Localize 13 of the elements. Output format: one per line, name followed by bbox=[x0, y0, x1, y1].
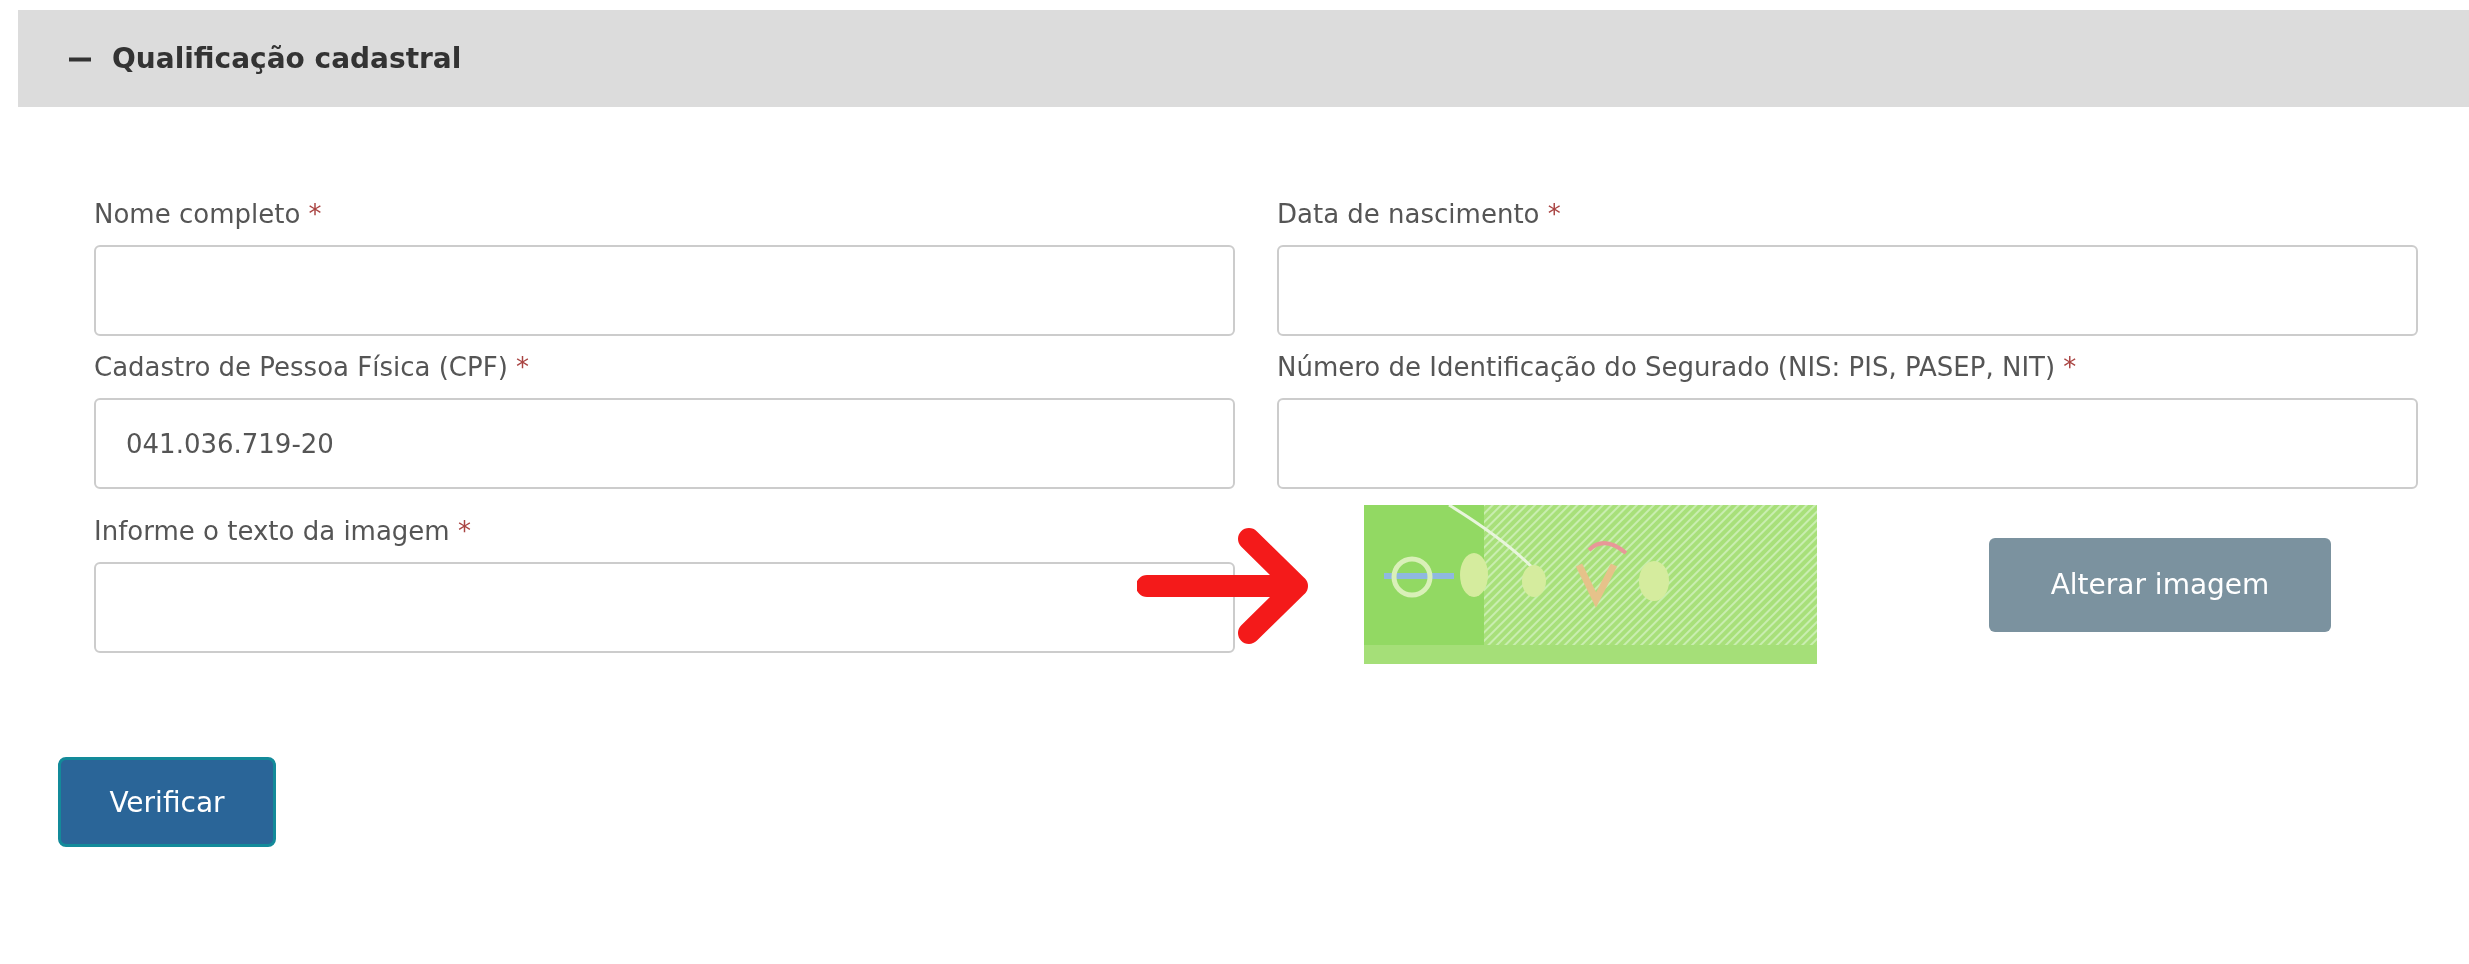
field-label: Número de Identificação do Segurado (NIS: PIS, PASEP, NIT) * bbox=[1277, 352, 2078, 384]
field-label: Nome completo * bbox=[94, 199, 323, 231]
input-field[interactable] bbox=[94, 562, 1235, 653]
input-field[interactable] bbox=[1277, 398, 2418, 489]
input-field[interactable] bbox=[94, 245, 1235, 336]
input-field[interactable] bbox=[1277, 245, 2418, 336]
section-header[interactable]: Qualificação cadastral bbox=[18, 10, 2469, 107]
field-label: Cadastro de Pessoa Física (CPF) * bbox=[94, 352, 531, 384]
section-title: Qualificação cadastral bbox=[112, 42, 462, 75]
field-label: Data de nascimento * bbox=[1277, 199, 1562, 231]
field-label: Informe o texto da imagem * bbox=[94, 516, 472, 548]
input-field[interactable]: 041.036.719-20 bbox=[94, 398, 1235, 489]
verify-button[interactable]: Verificar bbox=[58, 757, 276, 847]
